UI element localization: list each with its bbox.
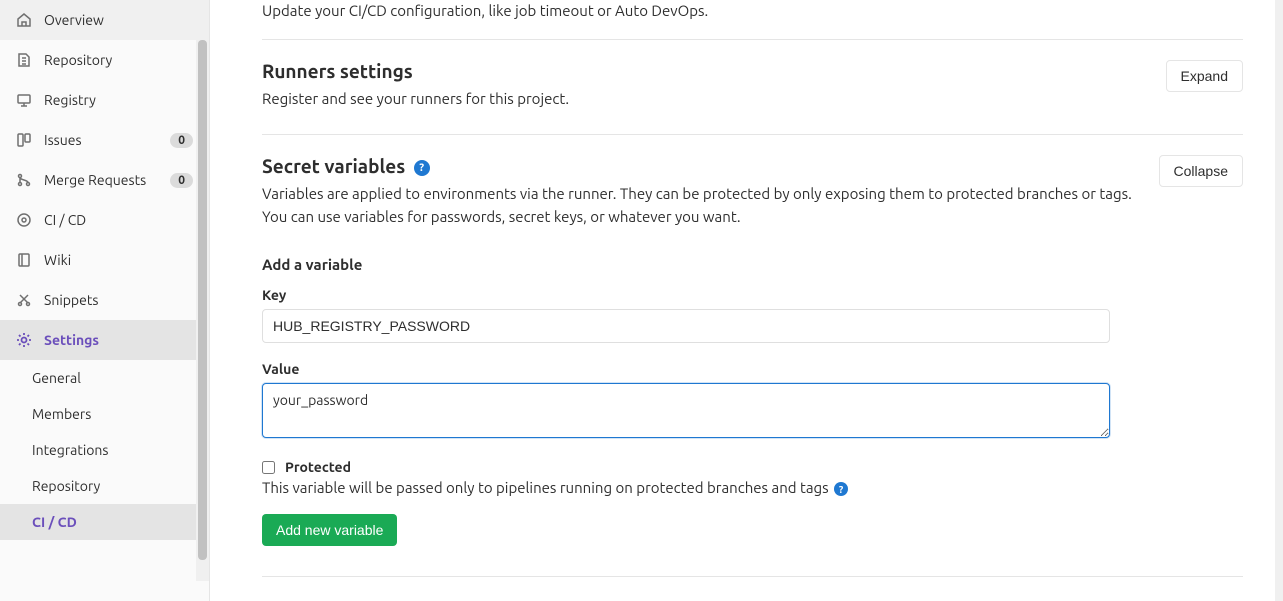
sidebar-sub-label: CI / CD <box>32 514 197 530</box>
sidebar-item-label: Settings <box>44 332 193 348</box>
form-heading: Add a variable <box>262 256 1243 273</box>
section-secret-variables: Secret variables ? Variables are applied… <box>262 135 1243 601</box>
section-title: Secret variables ? <box>262 155 1139 177</box>
sidebar-item-label: Wiki <box>44 252 193 268</box>
sidebar-item-label: Merge Requests <box>44 172 170 188</box>
sidebar-sub-label: General <box>32 370 197 386</box>
section-general-pipelines: Update your CI/CD configuration, like jo… <box>262 0 1243 40</box>
content: Update your CI/CD configuration, like jo… <box>210 0 1283 601</box>
sidebar-item-label: Registry <box>44 92 193 108</box>
sidebar-item-label: CI / CD <box>44 212 193 228</box>
sidebar-scrollbar-thumb[interactable] <box>198 40 207 560</box>
sidebar-sub-members[interactable]: Members <box>32 396 209 432</box>
expand-button[interactable]: Expand <box>1166 60 1243 92</box>
key-group: Key <box>262 287 1243 343</box>
section-title-text: Secret variables <box>262 155 405 177</box>
protected-row: Protected <box>262 459 1243 475</box>
section-title: Runners settings <box>262 60 1146 82</box>
sidebar-item-label: Snippets <box>44 292 193 308</box>
book-icon <box>16 252 32 268</box>
protected-help-text: This variable will be passed only to pip… <box>262 479 829 496</box>
sidebar-item-label: Overview <box>44 12 193 28</box>
sidebar-item-overview[interactable]: Overview <box>0 0 209 40</box>
snippets-icon <box>16 292 32 308</box>
sidebar: Overview Repository Registry Issues 0 <box>0 0 210 601</box>
help-icon[interactable]: ? <box>834 482 848 496</box>
collapse-button[interactable]: Collapse <box>1159 155 1243 187</box>
key-input[interactable] <box>262 309 1110 343</box>
sidebar-scrollbar[interactable] <box>196 0 209 581</box>
protected-label: Protected <box>285 459 351 475</box>
issues-badge: 0 <box>170 133 193 148</box>
value-group: Value <box>262 361 1243 441</box>
key-label: Key <box>262 287 1243 303</box>
content-scrollbar[interactable] <box>1275 0 1283 601</box>
sidebar-item-repository[interactable]: Repository <box>0 40 209 80</box>
sidebar-item-snippets[interactable]: Snippets <box>0 280 209 320</box>
sidebar-sub-label: Integrations <box>32 442 197 458</box>
doc-icon <box>16 52 32 68</box>
sidebar-item-issues[interactable]: Issues 0 <box>0 120 209 160</box>
section-desc-1: Variables are applied to environments vi… <box>262 183 1139 206</box>
sidebar-sub-label: Repository <box>32 478 197 494</box>
sidebar-item-merge-requests[interactable]: Merge Requests 0 <box>0 160 209 200</box>
sidebar-item-label: Repository <box>44 52 193 68</box>
section-desc: Register and see your runners for this p… <box>262 88 1146 111</box>
add-variable-button[interactable]: Add new variable <box>262 514 397 546</box>
sidebar-sub-label: Members <box>32 406 197 422</box>
sidebar-item-settings[interactable]: Settings <box>0 320 209 360</box>
rocket-icon <box>16 212 32 228</box>
section-runners: Runners settings Register and see your r… <box>262 40 1243 136</box>
value-label: Value <box>262 361 1243 377</box>
sidebar-item-registry[interactable]: Registry <box>0 80 209 120</box>
merge-icon <box>16 172 32 188</box>
section-desc: Update your CI/CD configuration, like jo… <box>262 0 1223 23</box>
protected-help: This variable will be passed only to pip… <box>262 479 1243 496</box>
gear-icon <box>16 332 32 348</box>
sidebar-sub-general[interactable]: General <box>32 360 209 396</box>
merge-requests-badge: 0 <box>170 173 193 188</box>
sidebar-submenu: General Members Integrations Repository … <box>0 360 209 540</box>
add-variable-form: Add a variable Key Value Protected This … <box>262 256 1243 601</box>
screen-icon <box>16 92 32 108</box>
help-icon[interactable]: ? <box>414 160 430 176</box>
section-desc-2: You can use variables for passwords, sec… <box>262 206 1139 229</box>
protected-checkbox[interactable] <box>262 461 275 474</box>
issues-icon <box>16 132 32 148</box>
sidebar-item-cicd[interactable]: CI / CD <box>0 200 209 240</box>
sidebar-item-label: Issues <box>44 132 170 148</box>
sidebar-sub-repository[interactable]: Repository <box>32 468 209 504</box>
sidebar-sub-cicd[interactable]: CI / CD <box>0 504 209 540</box>
value-input[interactable] <box>262 383 1110 438</box>
home-icon <box>16 12 32 28</box>
sidebar-sub-integrations[interactable]: Integrations <box>32 432 209 468</box>
sidebar-item-wiki[interactable]: Wiki <box>0 240 209 280</box>
